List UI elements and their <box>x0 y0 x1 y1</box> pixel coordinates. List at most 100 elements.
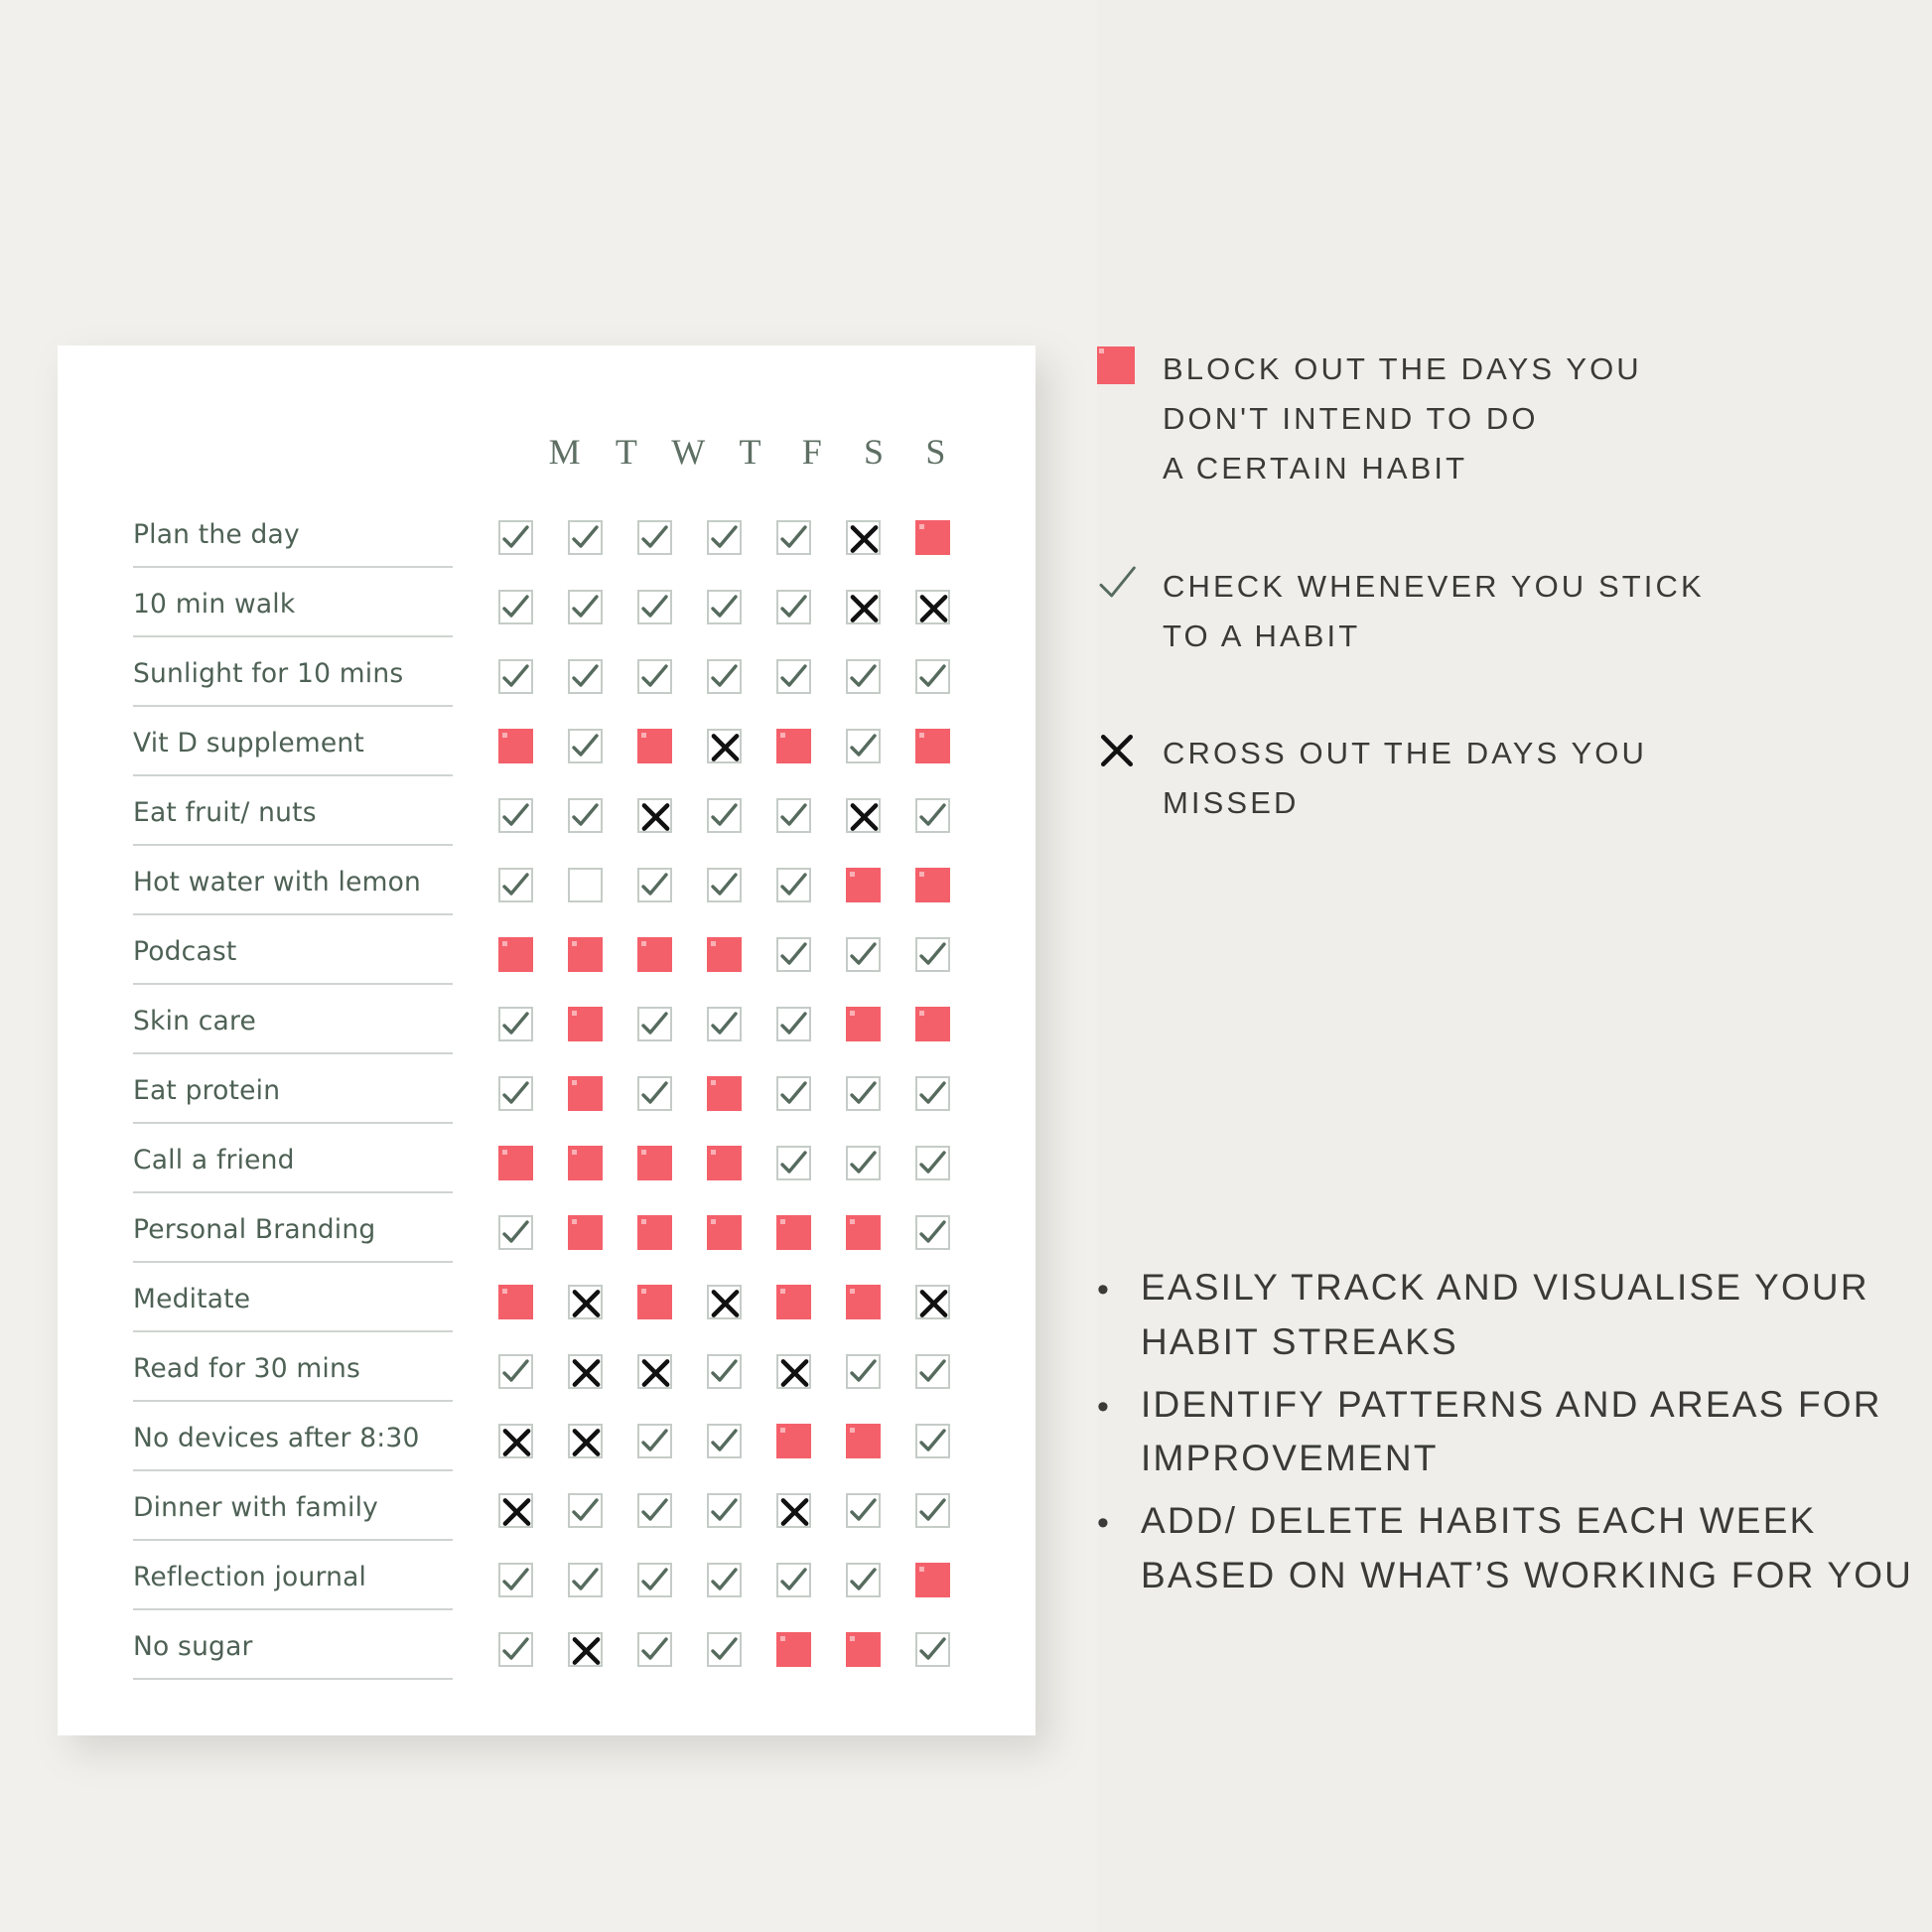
habit-checkbox-check[interactable] <box>636 520 672 555</box>
habit-checkbox-blocked[interactable] <box>775 729 811 763</box>
habit-checkbox-check[interactable] <box>497 1354 533 1389</box>
habit-checkbox-blocked[interactable] <box>636 1146 672 1180</box>
habit-checkbox-cross[interactable] <box>706 1285 742 1319</box>
habit-checkbox-check[interactable] <box>706 868 742 902</box>
habit-checkbox-cross[interactable] <box>845 520 881 555</box>
habit-checkbox-blocked[interactable] <box>497 1285 533 1319</box>
habit-checkbox-check[interactable] <box>775 1146 811 1180</box>
habit-checkbox-blocked[interactable] <box>775 1424 811 1458</box>
habit-checkbox-check[interactable] <box>914 1424 950 1458</box>
habit-checkbox-check[interactable] <box>775 1007 811 1041</box>
habit-checkbox-blocked[interactable] <box>845 1632 881 1667</box>
habit-checkbox-check[interactable] <box>497 659 533 694</box>
habit-checkbox-blocked[interactable] <box>845 1007 881 1041</box>
habit-checkbox-cross[interactable] <box>775 1493 811 1528</box>
habit-checkbox-cross[interactable] <box>567 1424 603 1458</box>
habit-checkbox-blocked[interactable] <box>636 729 672 763</box>
habit-checkbox-blocked[interactable] <box>775 1632 811 1667</box>
habit-checkbox-check[interactable] <box>914 659 950 694</box>
habit-checkbox-check[interactable] <box>914 1076 950 1111</box>
habit-checkbox-check[interactable] <box>845 937 881 972</box>
habit-checkbox-check[interactable] <box>636 1563 672 1597</box>
habit-checkbox-blocked[interactable] <box>914 1007 950 1041</box>
habit-checkbox-blocked[interactable] <box>845 1424 881 1458</box>
habit-checkbox-check[interactable] <box>497 868 533 902</box>
habit-checkbox-cross[interactable] <box>567 1285 603 1319</box>
habit-checkbox-check[interactable] <box>567 520 603 555</box>
habit-checkbox-check[interactable] <box>706 1563 742 1597</box>
habit-checkbox-check[interactable] <box>775 659 811 694</box>
habit-checkbox-cross[interactable] <box>636 1354 672 1389</box>
habit-checkbox-blocked[interactable] <box>567 937 603 972</box>
habit-checkbox-check[interactable] <box>706 1354 742 1389</box>
habit-checkbox-check[interactable] <box>497 1563 533 1597</box>
habit-checkbox-check[interactable] <box>636 1076 672 1111</box>
habit-checkbox-check[interactable] <box>706 798 742 833</box>
habit-checkbox-check[interactable] <box>567 590 603 624</box>
habit-checkbox-check[interactable] <box>636 1424 672 1458</box>
habit-checkbox-check[interactable] <box>636 659 672 694</box>
habit-checkbox-check[interactable] <box>567 659 603 694</box>
habit-checkbox-blocked[interactable] <box>914 729 950 763</box>
habit-checkbox-check[interactable] <box>567 1563 603 1597</box>
habit-checkbox-cross[interactable] <box>497 1493 533 1528</box>
habit-checkbox-cross[interactable] <box>567 1354 603 1389</box>
habit-checkbox-check[interactable] <box>497 1007 533 1041</box>
habit-checkbox-check[interactable] <box>636 1007 672 1041</box>
habit-checkbox-blocked[interactable] <box>567 1146 603 1180</box>
habit-checkbox-check[interactable] <box>706 590 742 624</box>
habit-checkbox-blocked[interactable] <box>845 1285 881 1319</box>
habit-checkbox-check[interactable] <box>636 1493 672 1528</box>
habit-checkbox-cross[interactable] <box>845 590 881 624</box>
habit-checkbox-blocked[interactable] <box>636 1215 672 1250</box>
habit-checkbox-check[interactable] <box>845 1563 881 1597</box>
habit-checkbox-blocked[interactable] <box>914 868 950 902</box>
habit-checkbox-check[interactable] <box>636 1632 672 1667</box>
habit-checkbox-blocked[interactable] <box>914 520 950 555</box>
habit-checkbox-blocked[interactable] <box>567 1215 603 1250</box>
habit-checkbox-check[interactable] <box>706 520 742 555</box>
habit-checkbox-check[interactable] <box>497 1076 533 1111</box>
habit-checkbox-check[interactable] <box>497 1632 533 1667</box>
habit-checkbox-cross[interactable] <box>567 1632 603 1667</box>
habit-checkbox-check[interactable] <box>775 798 811 833</box>
habit-checkbox-check[interactable] <box>706 1007 742 1041</box>
habit-checkbox-cross[interactable] <box>914 1285 950 1319</box>
habit-checkbox-blocked[interactable] <box>775 1215 811 1250</box>
habit-checkbox-blocked[interactable] <box>497 729 533 763</box>
habit-checkbox-check[interactable] <box>775 590 811 624</box>
habit-checkbox-check[interactable] <box>845 1493 881 1528</box>
habit-checkbox-blocked[interactable] <box>636 1285 672 1319</box>
habit-checkbox-cross[interactable] <box>636 798 672 833</box>
habit-checkbox-blocked[interactable] <box>706 1215 742 1250</box>
habit-checkbox-blocked[interactable] <box>914 1563 950 1597</box>
habit-checkbox-blocked[interactable] <box>706 937 742 972</box>
habit-checkbox-check[interactable] <box>775 937 811 972</box>
habit-checkbox-check[interactable] <box>845 659 881 694</box>
habit-checkbox-check[interactable] <box>845 1146 881 1180</box>
habit-checkbox-blocked[interactable] <box>636 937 672 972</box>
habit-checkbox-check[interactable] <box>914 1632 950 1667</box>
habit-checkbox-blocked[interactable] <box>706 1146 742 1180</box>
habit-checkbox-cross[interactable] <box>706 729 742 763</box>
habit-checkbox-check[interactable] <box>497 590 533 624</box>
habit-checkbox-blocked[interactable] <box>567 1076 603 1111</box>
habit-checkbox-check[interactable] <box>914 1146 950 1180</box>
habit-checkbox-check[interactable] <box>636 868 672 902</box>
habit-checkbox-check[interactable] <box>497 520 533 555</box>
habit-checkbox-check[interactable] <box>706 1493 742 1528</box>
habit-checkbox-check[interactable] <box>914 937 950 972</box>
habit-checkbox-check[interactable] <box>845 1076 881 1111</box>
habit-checkbox-check[interactable] <box>567 798 603 833</box>
habit-checkbox-check[interactable] <box>845 1354 881 1389</box>
habit-checkbox-check[interactable] <box>497 798 533 833</box>
habit-checkbox-check[interactable] <box>775 1076 811 1111</box>
habit-checkbox-check[interactable] <box>775 1563 811 1597</box>
habit-checkbox-check[interactable] <box>636 590 672 624</box>
habit-checkbox-cross[interactable] <box>914 590 950 624</box>
habit-checkbox-check[interactable] <box>914 1215 950 1250</box>
habit-checkbox-check[interactable] <box>914 1493 950 1528</box>
habit-checkbox-check[interactable] <box>775 868 811 902</box>
habit-checkbox-blocked[interactable] <box>775 1285 811 1319</box>
habit-checkbox-blocked[interactable] <box>497 1146 533 1180</box>
